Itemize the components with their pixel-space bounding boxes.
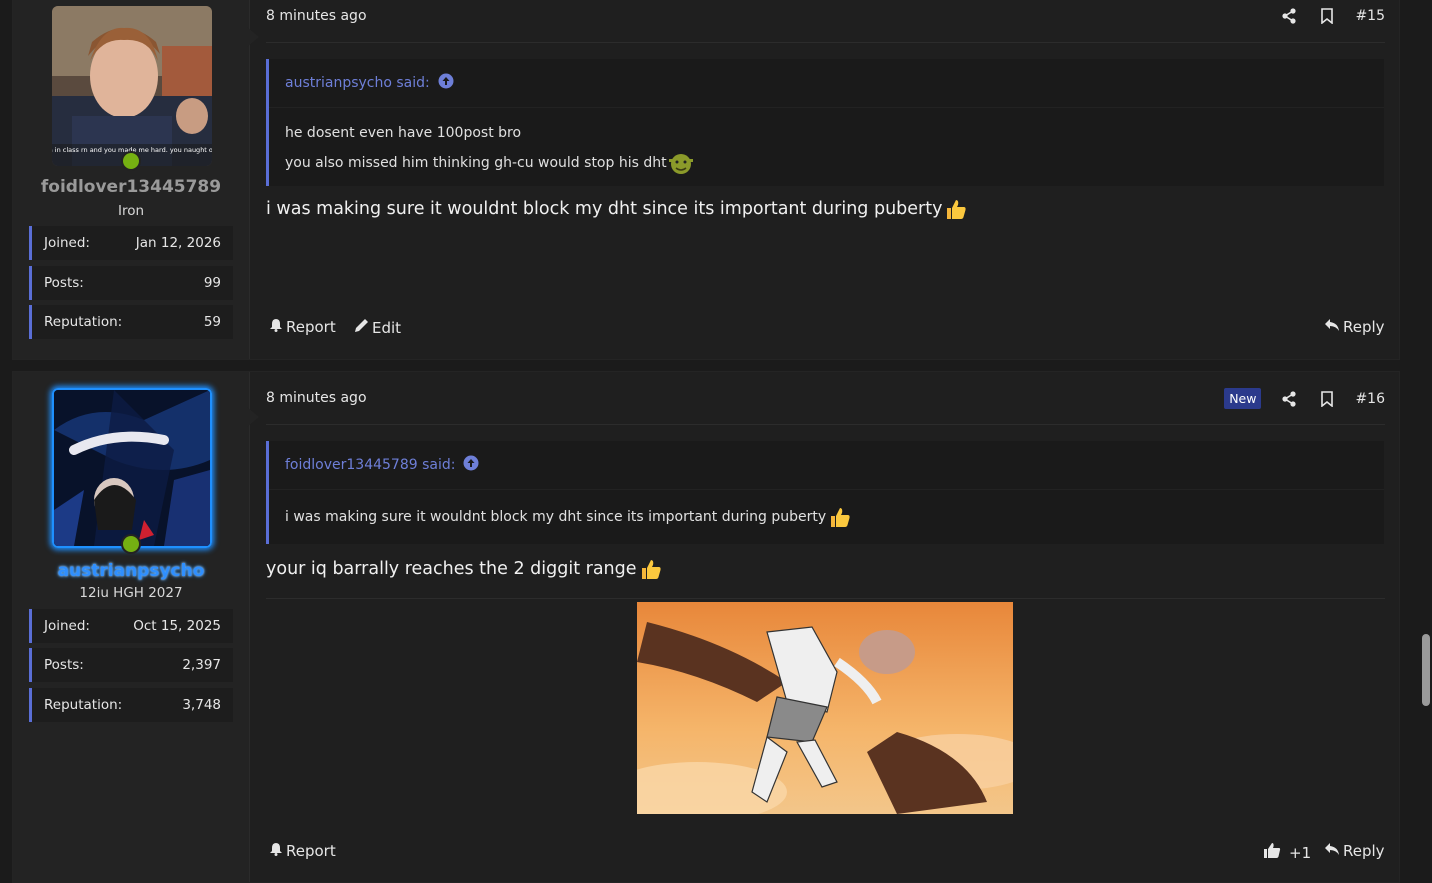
edit-button[interactable]: Edit bbox=[354, 318, 401, 337]
reply-button[interactable]: Reply bbox=[1324, 318, 1385, 336]
post-body: your iq barrally reaches the 2 diggit ra… bbox=[266, 557, 663, 581]
report-button[interactable]: Report bbox=[269, 842, 336, 860]
stat-posts: Posts: 99 bbox=[29, 266, 233, 300]
shrek-emoji-icon bbox=[668, 150, 694, 176]
stat-reputation: Reputation: 3,748 bbox=[29, 688, 233, 722]
like-button[interactable]: +1 bbox=[1263, 842, 1311, 863]
report-button[interactable]: Report bbox=[269, 318, 336, 336]
quote-content: he dosent even have 100post bro you also… bbox=[269, 108, 1384, 192]
post-15: im in class rn and you made me hard. you… bbox=[12, 0, 1400, 360]
thumbs-up-emoji-icon bbox=[828, 505, 852, 529]
reply-icon bbox=[1324, 842, 1340, 860]
post-time[interactable]: 8 minutes ago bbox=[266, 390, 367, 406]
stat-value: 2,397 bbox=[182, 657, 221, 673]
reply-label: Reply bbox=[1343, 318, 1385, 336]
stat-label: Joined: bbox=[44, 235, 90, 251]
quote-line: he dosent even have 100post bro bbox=[285, 125, 522, 141]
stat-label: Reputation: bbox=[44, 697, 123, 713]
thumbs-up-emoji-icon bbox=[639, 557, 663, 581]
post-body: i was making sure it wouldnt block my dh… bbox=[266, 197, 968, 221]
arrow-up-circle-icon[interactable] bbox=[463, 455, 479, 475]
divider bbox=[266, 598, 1385, 599]
post-16: austrianpsycho 12iu HGH 2027 Joined: Oct… bbox=[12, 371, 1400, 883]
bell-icon bbox=[269, 842, 283, 860]
quote-content: i was making sure it wouldnt block my dh… bbox=[269, 490, 1384, 546]
share-icon[interactable] bbox=[1279, 389, 1299, 409]
bookmark-icon[interactable] bbox=[1317, 6, 1337, 26]
quote-header[interactable]: foidlover13445789 said: bbox=[269, 441, 1384, 490]
reply-label: Reply bbox=[1343, 842, 1385, 860]
username[interactable]: foidlover13445789 bbox=[13, 177, 249, 197]
quote-author[interactable]: foidlover13445789 said: bbox=[285, 457, 455, 473]
edit-label: Edit bbox=[372, 318, 402, 337]
stat-label: Posts: bbox=[44, 657, 84, 673]
quote-header[interactable]: austrianpsycho said: bbox=[269, 59, 1384, 108]
report-label: Report bbox=[286, 318, 336, 336]
stat-label: Posts: bbox=[44, 275, 84, 291]
arrow-up-circle-icon[interactable] bbox=[438, 73, 454, 93]
post-time[interactable]: 8 minutes ago bbox=[266, 8, 367, 24]
divider bbox=[266, 42, 1385, 43]
user-title: Iron bbox=[117, 203, 145, 219]
divider bbox=[266, 424, 1385, 425]
new-badge: New bbox=[1224, 388, 1262, 409]
stat-value: 99 bbox=[203, 275, 221, 291]
stat-joined: Joined: Oct 15, 2025 bbox=[29, 609, 233, 643]
username[interactable]: austrianpsycho bbox=[13, 561, 249, 581]
quote-line: you also missed him thinking gh-cu would… bbox=[285, 155, 667, 171]
thumbs-up-emoji-icon bbox=[944, 197, 968, 221]
post-number[interactable]: #16 bbox=[1355, 391, 1385, 407]
post-meta-actions: #15 bbox=[1279, 6, 1385, 26]
user-info-panel: austrianpsycho 12iu HGH 2027 Joined: Oct… bbox=[13, 372, 250, 882]
stat-value: 59 bbox=[203, 314, 221, 330]
user-info-panel: im in class rn and you made me hard. you… bbox=[13, 0, 250, 359]
stat-value: Jan 12, 2026 bbox=[135, 235, 221, 251]
reply-button[interactable]: Reply bbox=[1324, 842, 1385, 860]
post-body-text: i was making sure it wouldnt block my dh… bbox=[266, 199, 943, 219]
speech-arrow bbox=[247, 407, 259, 427]
post-meta-actions: New #16 bbox=[1224, 388, 1385, 409]
stat-label: Joined: bbox=[44, 618, 90, 634]
reply-icon bbox=[1324, 318, 1340, 336]
quote-line: i was making sure it wouldnt block my dh… bbox=[285, 509, 827, 525]
post-body-text: your iq barrally reaches the 2 diggit ra… bbox=[266, 559, 637, 579]
bell-icon bbox=[269, 318, 283, 336]
like-count[interactable]: +1 bbox=[1289, 844, 1311, 862]
avatar[interactable]: im in class rn and you made me hard. you… bbox=[52, 6, 212, 166]
scrollbar-thumb[interactable] bbox=[1422, 634, 1430, 706]
online-indicator bbox=[121, 151, 141, 171]
scrollbar[interactable] bbox=[1420, 0, 1432, 867]
stat-reputation: Reputation: 59 bbox=[29, 305, 233, 339]
pencil-icon bbox=[354, 318, 369, 337]
share-icon[interactable] bbox=[1279, 6, 1299, 26]
stat-label: Reputation: bbox=[44, 314, 123, 330]
stat-posts: Posts: 2,397 bbox=[29, 648, 233, 682]
user-title: 12iu HGH 2027 bbox=[79, 585, 183, 601]
quote-block: foidlover13445789 said: i was making sur… bbox=[266, 441, 1384, 544]
report-label: Report bbox=[286, 842, 336, 860]
stat-value: 3,748 bbox=[182, 697, 221, 713]
stat-joined: Joined: Jan 12, 2026 bbox=[29, 226, 233, 260]
online-indicator bbox=[121, 534, 141, 554]
bookmark-icon[interactable] bbox=[1317, 389, 1337, 409]
stat-value: Oct 15, 2025 bbox=[133, 618, 221, 634]
post-number[interactable]: #15 bbox=[1355, 8, 1385, 24]
quote-block: austrianpsycho said: he dosent even have… bbox=[266, 59, 1384, 186]
thumbs-up-icon bbox=[1263, 842, 1281, 863]
speech-arrow bbox=[247, 27, 259, 47]
quote-author[interactable]: austrianpsycho said: bbox=[285, 75, 430, 91]
avatar[interactable] bbox=[52, 388, 212, 548]
post-image[interactable] bbox=[637, 602, 1013, 814]
